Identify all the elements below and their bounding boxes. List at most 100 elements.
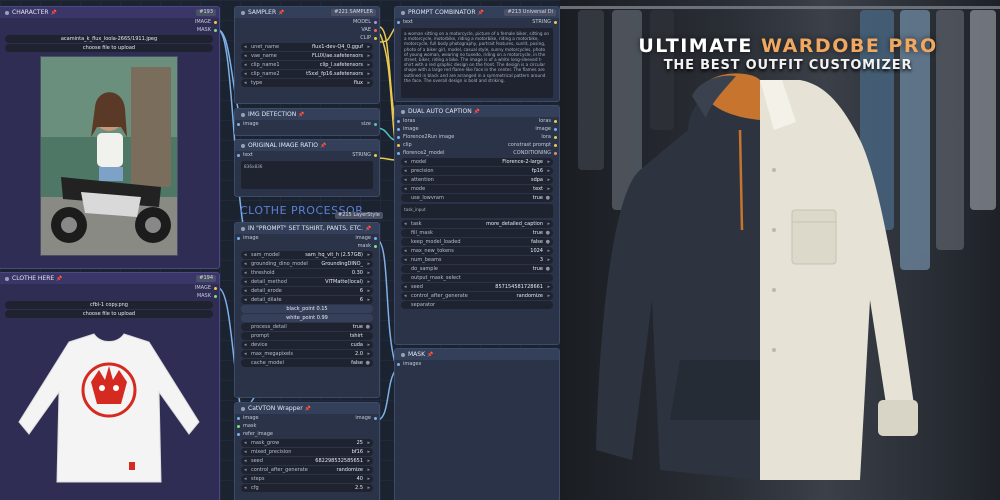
input-slot[interactable] (237, 416, 240, 420)
node-title[interactable]: ORIGINAL IMAGE RATIO 📌 (235, 140, 379, 151)
output-slot[interactable] (214, 294, 217, 298)
widget-seed[interactable]: ◂ seed 682298532585651 ▸ (241, 457, 373, 465)
mask-node[interactable]: MASK 📌 images (394, 348, 560, 500)
io-loras[interactable]: loras loras (395, 117, 559, 125)
slider-white-point[interactable]: white_point 0.99 (241, 314, 373, 322)
widget-prompt[interactable]: prompt tshirt (241, 332, 373, 340)
output-mask[interactable]: MASK (0, 292, 219, 300)
widget-output-mask-select[interactable]: output_mask_select (401, 274, 553, 282)
io-florence-image[interactable]: Florence2Run image lora (395, 133, 559, 141)
io-image[interactable]: image image (235, 234, 379, 242)
image-ratio-node[interactable]: ORIGINAL IMAGE RATIO 📌 text STRING 836x836 (234, 139, 380, 197)
output-image[interactable]: IMAGE (0, 18, 219, 26)
prompt-textarea[interactable]: a woman sitting on a motorcycle, picture… (401, 28, 553, 98)
output-vae[interactable]: VAE (235, 26, 379, 34)
output-slot[interactable] (374, 36, 377, 40)
io-image[interactable]: image image (235, 414, 379, 422)
widget-task[interactable]: ◂ task more_detailed_caption ▸ (401, 220, 553, 228)
widget-control-after-generate[interactable]: ◂ control_after_generate randomize ▸ (401, 292, 553, 300)
output-slot[interactable] (374, 236, 377, 240)
upload-button[interactable]: choose file to upload (5, 44, 213, 52)
input-slot[interactable] (397, 135, 400, 139)
node-title[interactable]: DUAL AUTO CAPTION 📌 (395, 106, 559, 117)
output-slot[interactable] (374, 416, 377, 420)
upload-button[interactable]: choose file to upload (5, 310, 213, 318)
widget-use-lowvram[interactable]: use_lowvram true ● (401, 194, 553, 202)
io-florence-model[interactable]: florence2_model CONDITIONING (395, 149, 559, 157)
node-title[interactable]: CLOTHE HERE 📌 #194 (0, 273, 219, 284)
output-slot[interactable] (554, 119, 557, 123)
widget-device[interactable]: ◂ device cuda ▸ (241, 341, 373, 349)
output-model[interactable]: MODEL (235, 18, 379, 26)
widget-steps[interactable]: ◂ steps 40 ▸ (241, 475, 373, 483)
output-slot[interactable] (374, 28, 377, 32)
dual-auto-caption-node[interactable]: DUAL AUTO CAPTION 📌 loras loras image image… (394, 105, 560, 345)
input-slot[interactable] (237, 432, 240, 436)
task-input-textarea[interactable]: task_input (401, 204, 553, 218)
widget-control-after-generate[interactable]: ◂ control_after_generate randomize ▸ (241, 466, 373, 474)
widget-mode[interactable]: ◂ mode text ▸ (401, 185, 553, 193)
widget-threshold[interactable]: ◂ threshold 0.30 ▸ (241, 269, 373, 277)
input-slot[interactable] (397, 362, 400, 366)
output-slot[interactable] (214, 286, 217, 290)
io-image[interactable]: image image (395, 125, 559, 133)
node-title[interactable]: CatVTON Wrapper 📌 (235, 403, 379, 414)
output-image[interactable]: IMAGE (0, 284, 219, 292)
node-title[interactable]: CHARACTER 📌 #193 (0, 7, 219, 18)
image-select[interactable]: cfbl-1 copy.png (5, 301, 213, 309)
widget-max-megapixels[interactable]: ◂ max_megapixels 2.0 ▸ (241, 350, 373, 358)
input-slot[interactable] (397, 119, 400, 123)
widget-seed[interactable]: ◂ seed 857154581728661 ▸ (401, 283, 553, 291)
input-slot[interactable] (237, 424, 240, 428)
node-title[interactable]: MASK 📌 (395, 349, 559, 360)
widget-detail-erode[interactable]: ◂ detail_erode 6 ▸ (241, 287, 373, 295)
input-image[interactable]: image size (235, 120, 379, 128)
input-slot[interactable] (237, 236, 240, 240)
input-slot[interactable] (237, 153, 240, 157)
output-slot[interactable] (374, 153, 377, 157)
output-slot[interactable] (374, 122, 377, 126)
node-editor-canvas[interactable]: CHARACTER 📌 #193 IMAGE MASK acaminta_k_flu… (0, 0, 560, 500)
input-images[interactable]: images (395, 360, 559, 368)
output-mask[interactable]: MASK (0, 26, 219, 34)
output-slot[interactable] (214, 28, 217, 32)
widget-vae-name[interactable]: ◂ vae_name FLUX/ae.safetensors ▸ (241, 52, 373, 60)
widget-attention[interactable]: ◂ attention sdpa ▸ (401, 176, 553, 184)
node-title[interactable]: SAMPLER 📌 #221 SAMPLER (235, 7, 379, 18)
prompt-combinator-node[interactable]: PROMPT COMBINATOR 📌 #213 Universal Di text… (394, 6, 560, 102)
widget-num-beams[interactable]: ◂ num_beams 3 ▸ (401, 256, 553, 264)
widget-mixed-precision[interactable]: ◂ mixed_precision bf16 ▸ (241, 448, 373, 456)
io-clip[interactable]: clip constrast prompt (395, 141, 559, 149)
widget-precision[interactable]: ◂ precision fp16 ▸ (401, 167, 553, 175)
clothe-processor-node[interactable]: IN "PROMPT" SET TSHIRT, PANTS, ETC. 📌 ima… (234, 222, 380, 398)
widget-detail-dilate[interactable]: ◂ detail_dilate 6 ▸ (241, 296, 373, 304)
widget-grounding-dino[interactable]: ◂ grounding_dino_model GroundingDINO_ ▸ (241, 260, 373, 268)
widget-max-new-tokens[interactable]: ◂ max_new_tokens 1024 ▸ (401, 247, 553, 255)
input-slot[interactable] (397, 20, 400, 24)
widget-mask-grow[interactable]: ◂ mask_grow 25 ▸ (241, 439, 373, 447)
node-title[interactable]: IMG DETECTION 📌 (235, 109, 379, 120)
input-slot[interactable] (397, 151, 400, 155)
output-slot[interactable] (374, 244, 377, 248)
widget-process-detail[interactable]: process_detail true ● (241, 323, 373, 331)
widget-cache-model[interactable]: cache_model false ● (241, 359, 373, 367)
widget-do-sample[interactable]: do_sample true ● (401, 265, 553, 273)
img-detection-node[interactable]: IMG DETECTION 📌 image size (234, 108, 380, 136)
widget-clip-name2[interactable]: ◂ clip_name2 t5xxl_fp16.safetensors ▸ (241, 70, 373, 78)
input-slot[interactable] (397, 143, 400, 147)
widget-separator[interactable]: separator (401, 301, 553, 309)
output-slot[interactable] (554, 20, 557, 24)
output-slot[interactable] (554, 143, 557, 147)
widget-sam-model[interactable]: ◂ sam_model sam_hq_vit_h (2.57GB) ▸ (241, 251, 373, 259)
widget-model[interactable]: ◂ model Florence-2-large ▸ (401, 158, 553, 166)
widget-type[interactable]: ◂ type flux ▸ (241, 79, 373, 87)
widget-cfg[interactable]: ◂ cfg 2.5 ▸ (241, 484, 373, 492)
widget-unet-name[interactable]: ◂ unet_name flux1-dev-Q4_0.gguf ▸ (241, 43, 373, 51)
widget-fill-mask[interactable]: fill_mask true ● (401, 229, 553, 237)
catvton-node[interactable]: CatVTON Wrapper 📌 image image mask refer_i… (234, 402, 380, 500)
widget-keep-model-loaded[interactable]: keep_model_loaded false ● (401, 238, 553, 246)
output-slot[interactable] (554, 135, 557, 139)
slider-black-point[interactable]: black_point 0.15 (241, 305, 373, 313)
output-slot[interactable] (214, 20, 217, 24)
input-slot[interactable] (397, 127, 400, 131)
